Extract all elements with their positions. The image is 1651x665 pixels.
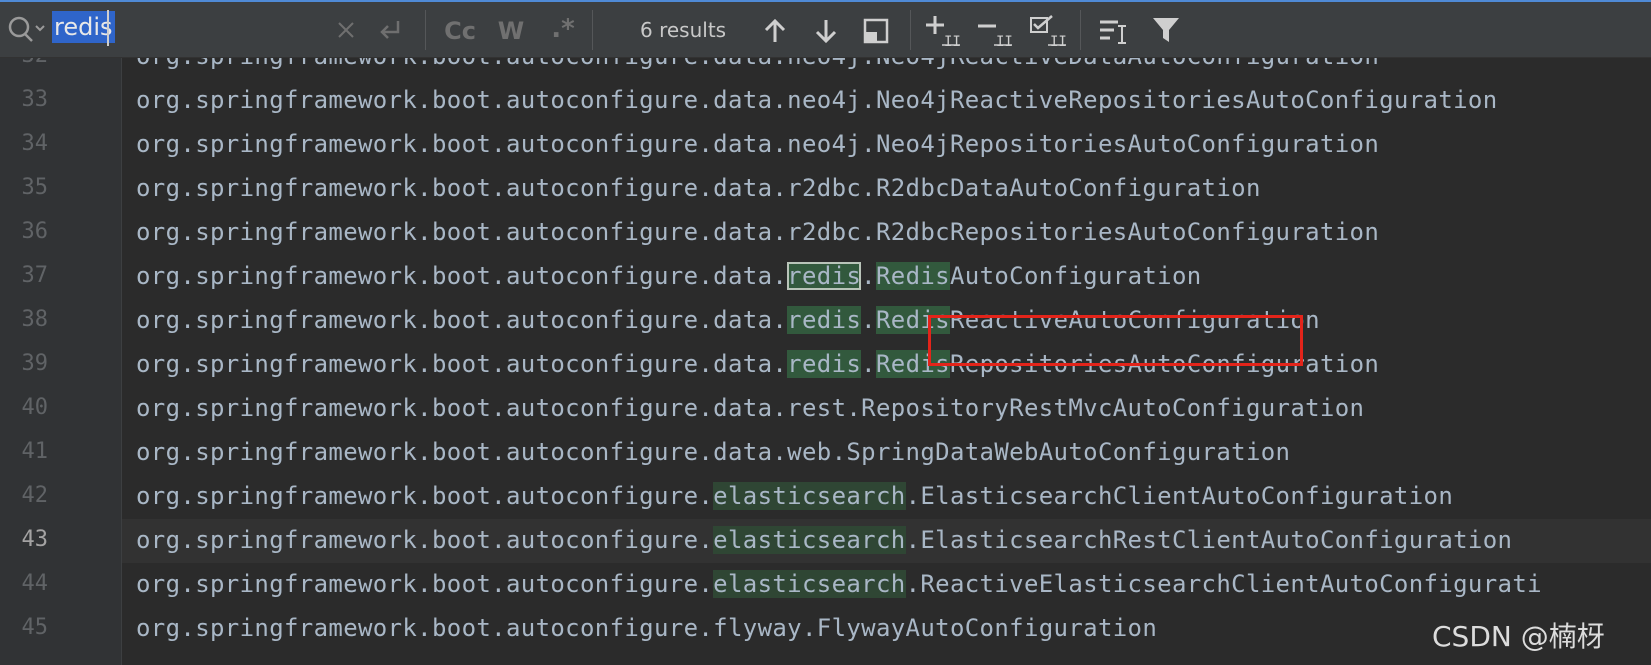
code-segment: AutoConfiguration bbox=[949, 262, 1202, 290]
search-input[interactable]: redis bbox=[52, 11, 115, 43]
line-number-gutter: 32 33 34 35 36 37 38 39 40 41 42 43 44 45 bbox=[0, 58, 122, 665]
svg-text:II: II bbox=[944, 34, 961, 48]
line-number: 45 bbox=[21, 615, 49, 640]
code-line[interactable]: org.springframework.boot.autoconfigure.d… bbox=[122, 343, 1651, 387]
code-line[interactable]: org.springframework.boot.autoconfigure.e… bbox=[122, 475, 1651, 519]
code-text: org.springframework.boot.autoconfigure.d… bbox=[136, 438, 1290, 466]
search-match: redis bbox=[787, 306, 862, 334]
line-number: 43 bbox=[21, 527, 49, 552]
code-segment: .ElasticsearchRestClientAutoConfiguratio… bbox=[905, 526, 1513, 554]
remove-selection-icon[interactable]: II bbox=[976, 14, 1014, 48]
line-number: 37 bbox=[21, 263, 49, 288]
arrow-down-icon[interactable] bbox=[811, 16, 841, 46]
arrow-up-icon[interactable] bbox=[760, 16, 790, 46]
code-segment: .ElasticsearchClientAutoConfiguration bbox=[905, 482, 1454, 510]
search-match: elasticsearch bbox=[713, 570, 906, 598]
code-line[interactable]: org.springframework.boot.autoconfigure.d… bbox=[122, 299, 1651, 343]
select-all-occurrences-icon[interactable] bbox=[862, 17, 890, 45]
watermark: CSDN @楠枒 bbox=[1432, 620, 1605, 653]
code-line[interactable]: org.springframework.boot.autoconfigure.d… bbox=[122, 387, 1651, 431]
code-segment: org.springframework.boot.autoconfigure. bbox=[136, 526, 714, 554]
search-match: elasticsearch bbox=[713, 482, 906, 510]
search-match: elasticsearch bbox=[713, 526, 906, 554]
code-segment: . bbox=[861, 306, 876, 334]
code-text: org.springframework.boot.autoconfigure.d… bbox=[136, 86, 1498, 114]
code-line[interactable]: org.springframework.boot.autoconfigure.d… bbox=[122, 431, 1651, 475]
close-icon[interactable] bbox=[334, 18, 358, 42]
code-text: org.springframework.boot.autoconfigure.e… bbox=[136, 526, 1512, 554]
code-text: org.springframework.boot.autoconfigure.d… bbox=[136, 218, 1379, 246]
line-number: 32 bbox=[0, 58, 49, 68]
results-count: 6 results bbox=[640, 18, 727, 42]
code-segment: org.springframework.boot.autoconfigure.d… bbox=[136, 438, 1291, 466]
code-line[interactable]: org.springframework.boot.autoconfigure.e… bbox=[122, 519, 1651, 563]
regex-button[interactable]: .* bbox=[546, 12, 580, 46]
code-segment: org.springframework.boot.autoconfigure. bbox=[136, 482, 714, 510]
code-segment: . bbox=[861, 350, 876, 378]
annotation-highlight-box bbox=[928, 315, 1303, 366]
code-segment: org.springframework.boot.autoconfigure.d… bbox=[136, 394, 1365, 422]
line-number: 41 bbox=[21, 439, 49, 464]
line-number: 33 bbox=[21, 87, 49, 112]
svg-text:II: II bbox=[996, 34, 1013, 48]
search-match: redis bbox=[787, 262, 862, 290]
code-line[interactable]: org.springframework.boot.autoconfigure.f… bbox=[122, 607, 1651, 651]
code-segment: . bbox=[861, 262, 876, 290]
code-text: org.springframework.boot.autoconfigure.d… bbox=[136, 130, 1379, 158]
svg-text:II: II bbox=[1050, 34, 1067, 48]
code-segment: org.springframework.boot.autoconfigure.d… bbox=[136, 174, 1261, 202]
code-text: org.springframework.boot.autoconfigure.d… bbox=[136, 262, 1202, 290]
code-text: org.springframework.boot.autoconfigure.d… bbox=[136, 174, 1261, 202]
code-text: org.springframework.boot.autoconfigure.f… bbox=[136, 614, 1157, 642]
code-editor[interactable]: 32 33 34 35 36 37 38 39 40 41 42 43 44 45 org.springf… bbox=[0, 58, 1651, 665]
code-segment: org.springframework.boot.autoconfigure.d… bbox=[136, 86, 1498, 114]
code-segment: org.springframework.boot.autoconfigure.f… bbox=[136, 614, 1158, 642]
separator bbox=[592, 10, 593, 50]
funnel-icon[interactable] bbox=[1150, 14, 1182, 46]
code-segment: .ReactiveElasticsearchClientAutoConfigur… bbox=[905, 570, 1542, 598]
separator bbox=[425, 10, 426, 50]
search-icon[interactable] bbox=[6, 14, 46, 44]
code-segment: org.springframework.boot.autoconfigure. bbox=[136, 570, 714, 598]
code-text: org.springframework.boot.autoconfigure.e… bbox=[136, 570, 1542, 598]
code-line[interactable]: org.springframework.boot.autoconfigure.d… bbox=[122, 58, 1651, 79]
find-bar: redis Cc W .* 6 results II II II bbox=[0, 0, 1651, 58]
code-text: org.springframework.boot.autoconfigure.e… bbox=[136, 482, 1453, 510]
code-line[interactable]: org.springframework.boot.autoconfigure.e… bbox=[122, 563, 1651, 607]
line-number: 38 bbox=[21, 307, 49, 332]
match-case-button[interactable]: Cc bbox=[440, 14, 480, 48]
separator bbox=[1080, 10, 1081, 50]
line-number: 40 bbox=[21, 395, 49, 420]
line-number: 36 bbox=[21, 219, 49, 244]
code-text: org.springframework.boot.autoconfigure.d… bbox=[136, 394, 1364, 422]
code-segment: org.springframework.boot.autoconfigure.d… bbox=[136, 350, 788, 378]
code-line[interactable]: org.springframework.boot.autoconfigure.d… bbox=[122, 211, 1651, 255]
code-line[interactable]: org.springframework.boot.autoconfigure.d… bbox=[122, 123, 1651, 167]
words-button[interactable]: W bbox=[494, 14, 528, 48]
search-match: Redis bbox=[875, 262, 950, 290]
separator bbox=[910, 10, 911, 50]
code-text: org.springframework.boot.autoconfigure.d… bbox=[136, 58, 1379, 70]
text-caret bbox=[107, 10, 109, 46]
line-number: 44 bbox=[21, 571, 49, 596]
line-number: 39 bbox=[21, 351, 49, 376]
select-all-icon[interactable]: II bbox=[1028, 14, 1068, 48]
search-match: redis bbox=[787, 350, 862, 378]
code-segment: org.springframework.boot.autoconfigure.d… bbox=[136, 306, 788, 334]
code-line[interactable]: org.springframework.boot.autoconfigure.d… bbox=[122, 255, 1651, 299]
add-selection-icon[interactable]: II bbox=[924, 14, 962, 48]
code-segment: org.springframework.boot.autoconfigure.d… bbox=[136, 262, 788, 290]
code-segment: org.springframework.boot.autoconfigure.d… bbox=[136, 130, 1380, 158]
code-line[interactable]: org.springframework.boot.autoconfigure.d… bbox=[122, 79, 1651, 123]
line-number: 42 bbox=[21, 483, 49, 508]
line-number: 34 bbox=[21, 131, 49, 156]
code-segment: org.springframework.boot.autoconfigure.d… bbox=[136, 58, 1379, 70]
newline-icon[interactable] bbox=[376, 16, 404, 44]
code-line[interactable]: org.springframework.boot.autoconfigure.d… bbox=[122, 167, 1651, 211]
code-segment: org.springframework.boot.autoconfigure.d… bbox=[136, 218, 1380, 246]
line-number: 35 bbox=[21, 175, 49, 200]
filter-search-results-icon[interactable] bbox=[1098, 16, 1132, 46]
